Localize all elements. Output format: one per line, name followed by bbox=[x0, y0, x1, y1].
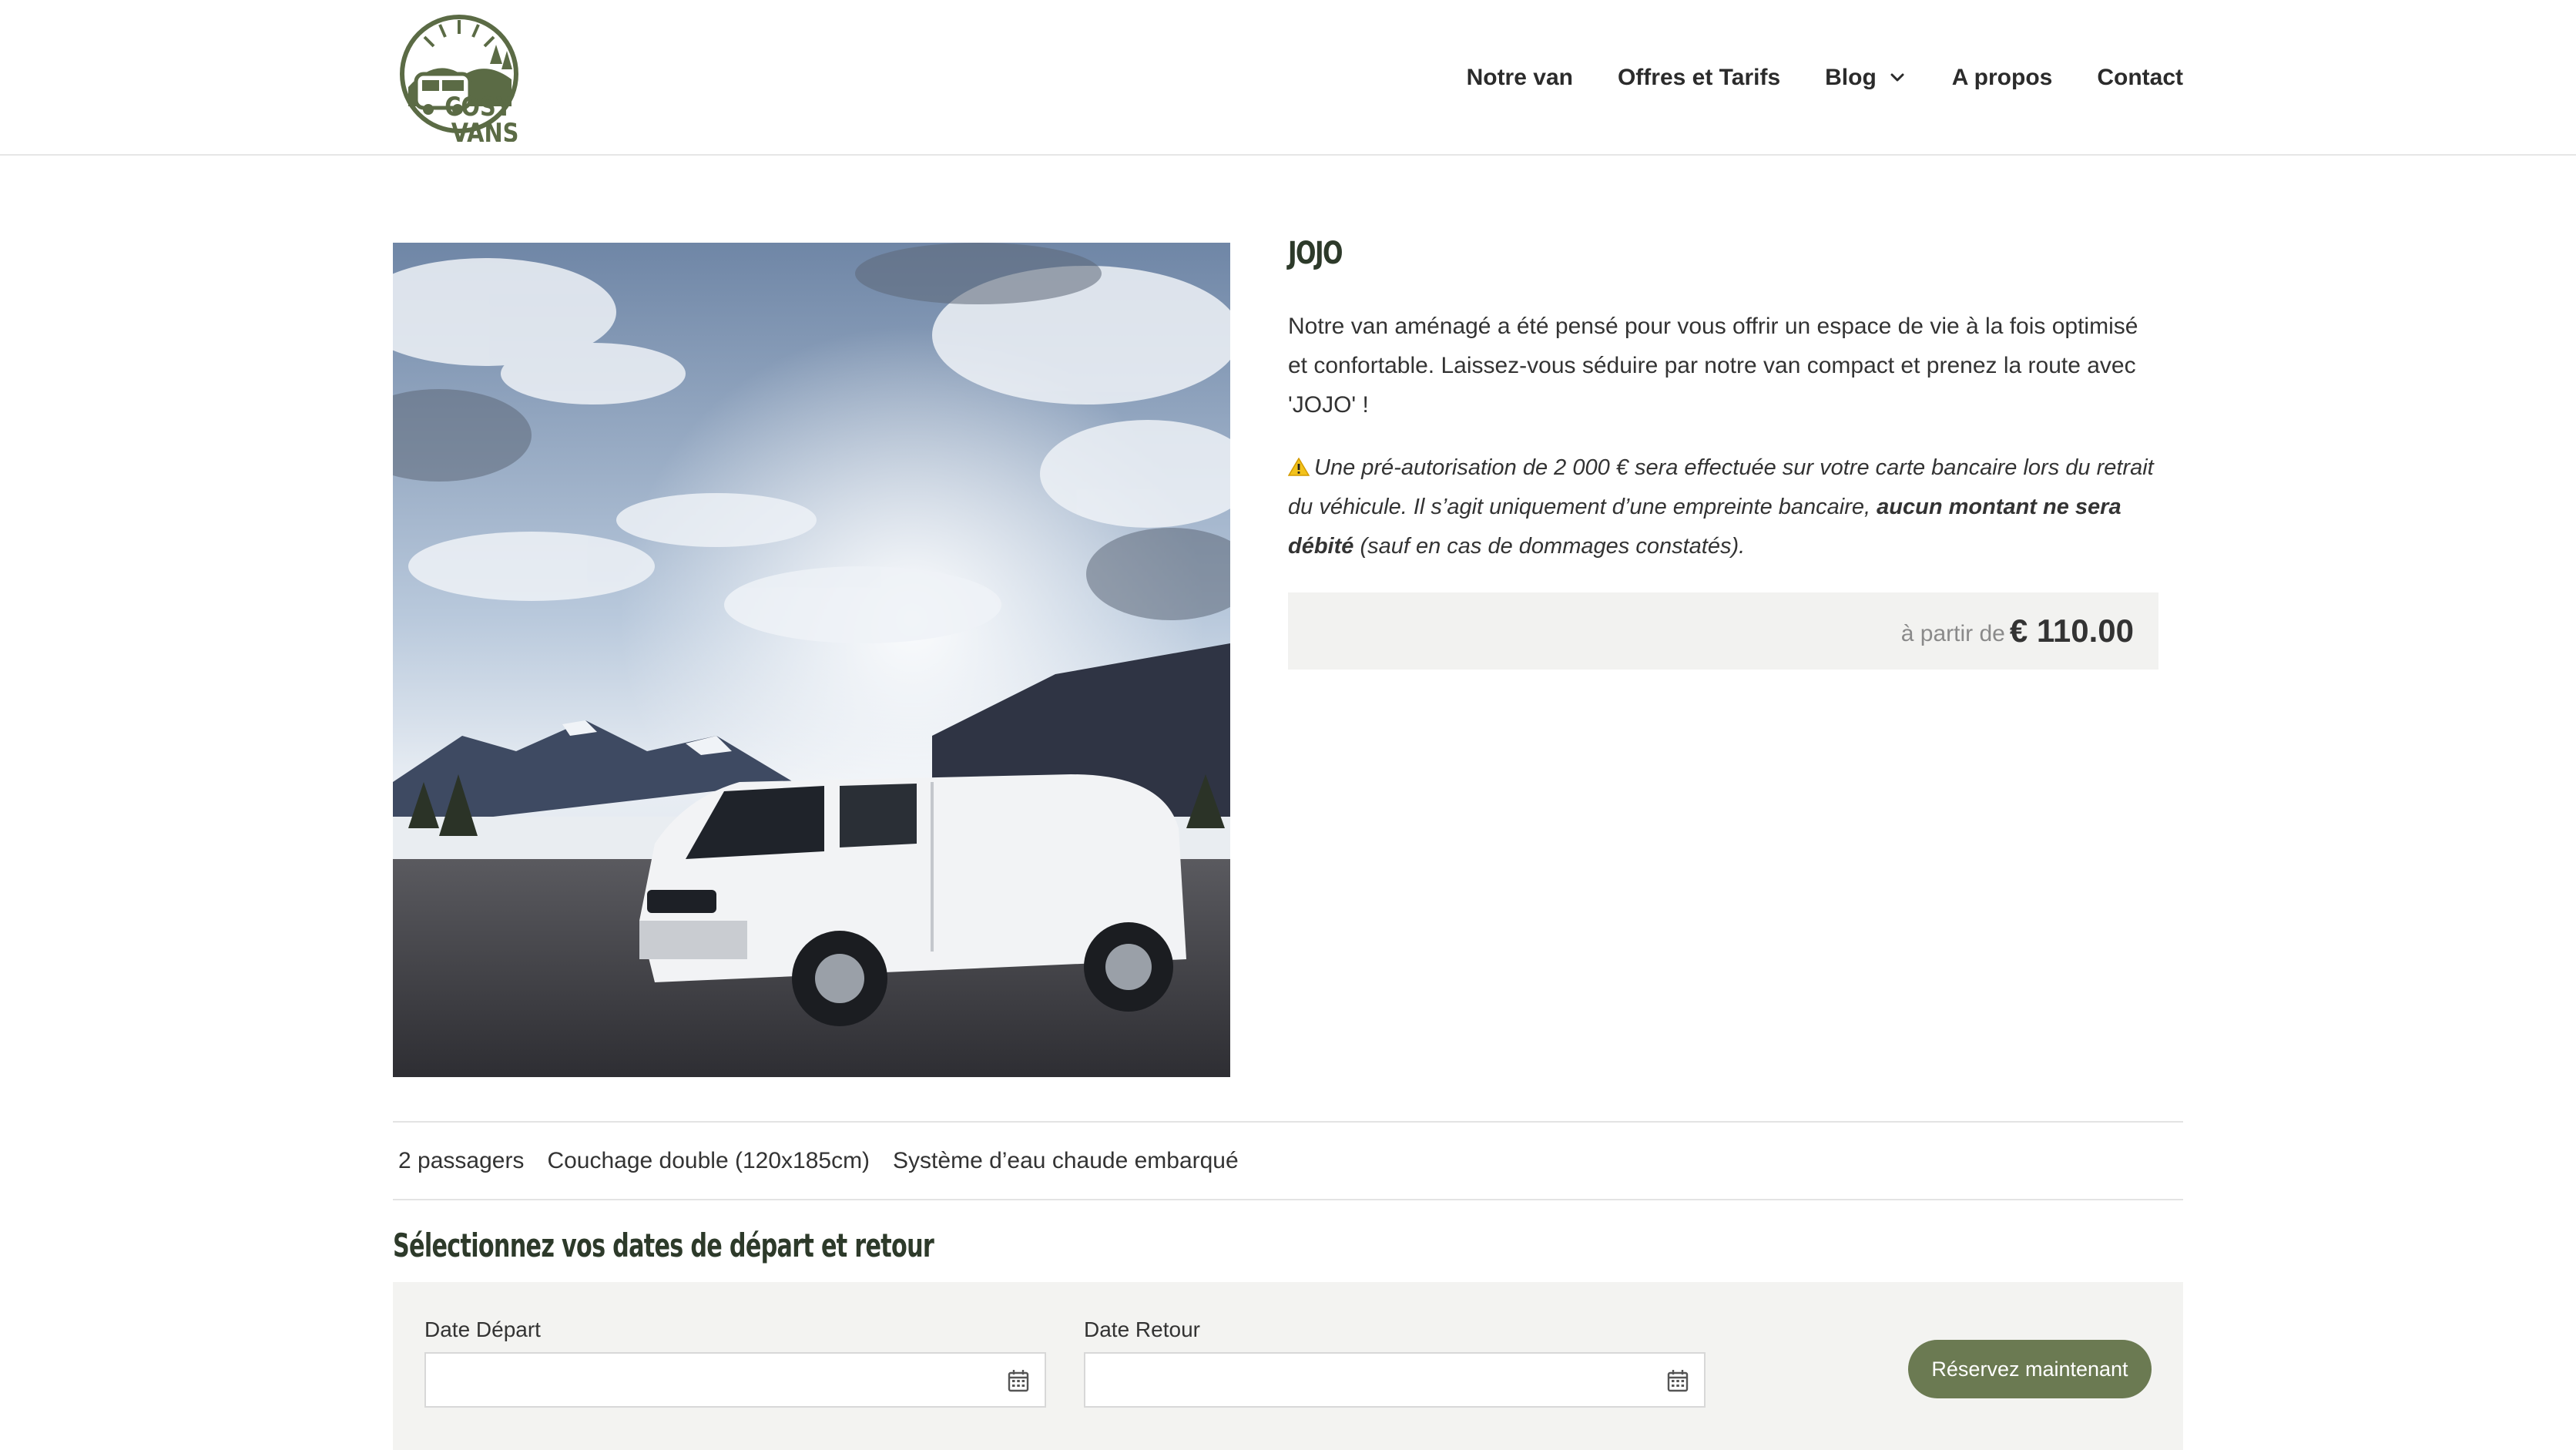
retour-date-input[interactable] bbox=[1084, 1352, 1706, 1408]
warning-icon bbox=[1287, 450, 1310, 476]
nav-notre-van[interactable]: Notre van bbox=[1467, 65, 1573, 91]
product-image[interactable] bbox=[393, 243, 1230, 1077]
feature-item: Couchage double (120x185cm) bbox=[547, 1147, 870, 1173]
nav-label: Contact bbox=[2097, 65, 2183, 90]
product-title: JOJO bbox=[1288, 236, 1343, 271]
cosy-vans-logo[interactable]: COSY VANS bbox=[397, 14, 524, 149]
main-nav: Notre van Offres et Tarifs Blog A propos… bbox=[1422, 0, 2183, 156]
chevron-down-icon[interactable] bbox=[1887, 68, 1907, 88]
features-bar: 2 passagers Couchage double (120x185cm) … bbox=[393, 1121, 2183, 1200]
calendar-icon[interactable] bbox=[1008, 1369, 1029, 1392]
nav-a-propos[interactable]: A propos bbox=[1952, 65, 2053, 91]
nav-contact[interactable]: Contact bbox=[2097, 65, 2183, 91]
depart-label: Date Départ bbox=[424, 1317, 541, 1341]
nav-label: Offres et Tarifs bbox=[1617, 65, 1781, 90]
depart-date-input[interactable] bbox=[424, 1352, 1046, 1408]
nav-label: A propos bbox=[1951, 65, 2053, 90]
nav-offres-tarifs[interactable]: Offres et Tarifs bbox=[1618, 65, 1780, 91]
calendar-icon[interactable] bbox=[1667, 1369, 1689, 1392]
site-header: COSY VANS Notre van Offres et Tarifs Blo… bbox=[0, 0, 2576, 156]
feature-item: 2 passagers bbox=[398, 1147, 525, 1173]
svg-text:COSY: COSY bbox=[444, 92, 513, 123]
price-box: à partir de € 110.00 bbox=[1288, 592, 2158, 670]
reserve-button[interactable]: Réservez maintenant bbox=[1908, 1340, 2152, 1398]
nav-blog[interactable]: Blog bbox=[1825, 65, 1907, 91]
feature-item: Système d’eau chaude embarqué bbox=[893, 1147, 1239, 1173]
booking-title: Sélectionnez vos dates de départ et reto… bbox=[393, 1227, 934, 1264]
svg-text:VANS: VANS bbox=[451, 119, 519, 142]
nav-label: Notre van bbox=[1466, 65, 1573, 90]
nav-label: Blog bbox=[1825, 65, 1877, 90]
price-prefix: à partir de bbox=[1900, 621, 2005, 646]
deposit-warning: Une pré-autorisation de 2 000 € sera eff… bbox=[1287, 448, 2158, 566]
price-value: € 110.00 bbox=[2009, 613, 2134, 649]
product-description: Notre van aménagé a été pensé pour vous … bbox=[1288, 314, 2138, 418]
warning-text-end: (sauf en cas de dommages constatés). bbox=[1353, 534, 1746, 559]
retour-label: Date Retour bbox=[1084, 1317, 1200, 1341]
